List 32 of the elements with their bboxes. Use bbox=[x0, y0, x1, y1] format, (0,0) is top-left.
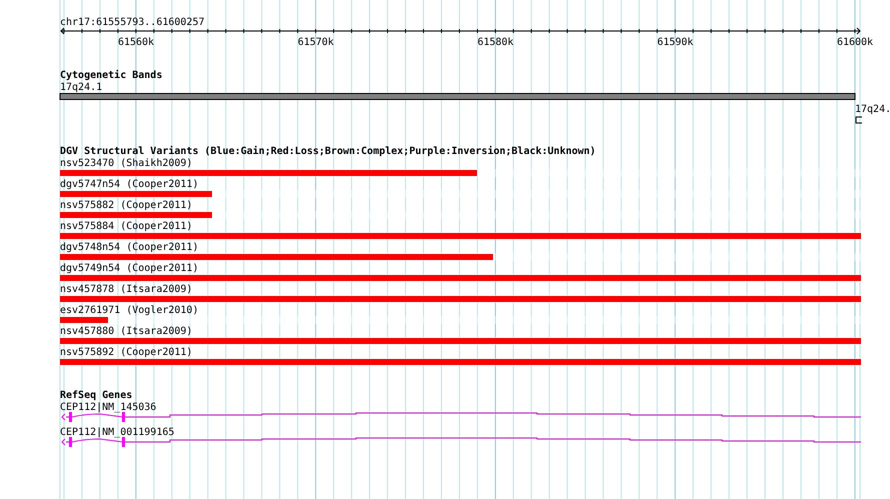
variant-label: nsv575882 (Cooper2011) bbox=[60, 200, 192, 212]
gene-label: CEP112|NM_001199165 bbox=[60, 427, 174, 438]
region-coordinates: chr17:61555793..61600257 bbox=[60, 17, 204, 28]
variant-label: nsv523470 (Shaikh2009) bbox=[60, 158, 192, 170]
variant-bar[interactable] bbox=[60, 254, 493, 260]
variant-bar[interactable] bbox=[60, 212, 212, 218]
ruler-tick-label: 61560k bbox=[118, 37, 154, 48]
track-title[interactable]: Cytogenetic Bands bbox=[60, 70, 162, 81]
variant-bar[interactable] bbox=[60, 191, 212, 197]
variant-label: dgv5749n54 (Cooper2011) bbox=[60, 263, 198, 275]
variant-bar[interactable] bbox=[60, 170, 477, 176]
track-title[interactable]: DGV Structural Variants (Blue:Gain;Red:Loss;Brown:Complex;Purple:Inversion;Black:Unknown) bbox=[60, 146, 861, 158]
ruler-tick-label: 61600k bbox=[836, 37, 874, 48]
variant-label: nsv457878 (Itsara2009) bbox=[60, 284, 192, 296]
variant-label: dgv5747n54 (Cooper2011) bbox=[60, 179, 198, 191]
variant-label: nsv457880 (Itsara2009) bbox=[60, 326, 192, 338]
ruler-tick-label: 61590k bbox=[657, 37, 694, 48]
track-title[interactable]: RefSeq Genes bbox=[60, 390, 132, 401]
gene-model-drawing[interactable] bbox=[61, 412, 862, 422]
band-label: 17q24. bbox=[855, 104, 890, 115]
gene-label: CEP112|NM_145036 bbox=[60, 402, 156, 413]
variant-bar[interactable] bbox=[60, 317, 108, 323]
variant-label: dgv5748n54 (Cooper2011) bbox=[60, 242, 198, 254]
variant-label: esv2761971 (Vogler2010) bbox=[60, 305, 198, 317]
band-label: 17q24.1 bbox=[60, 82, 102, 93]
cytoband-bar[interactable] bbox=[60, 93, 856, 100]
bracket-icon bbox=[856, 116, 862, 124]
ruler-tick-label: 61570k bbox=[298, 37, 334, 48]
variant-label: nsv575892 (Cooper2011) bbox=[60, 347, 192, 359]
ruler-tick-label: 61580k bbox=[477, 37, 514, 48]
variant-label: nsv575884 (Cooper2011) bbox=[60, 221, 192, 233]
gene-model-drawing[interactable] bbox=[61, 437, 862, 447]
